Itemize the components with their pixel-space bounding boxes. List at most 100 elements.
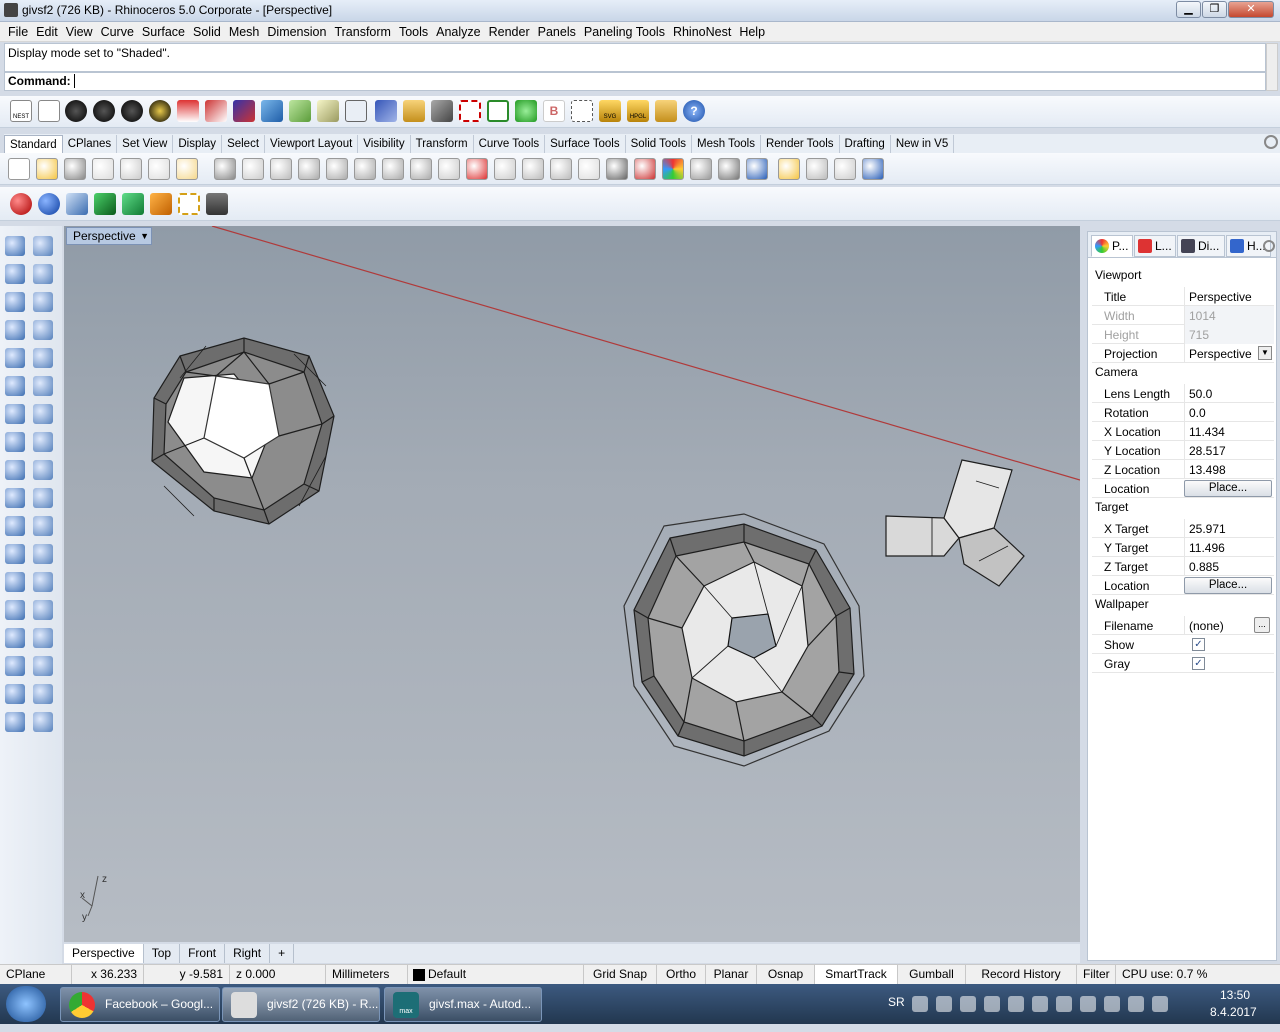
copy-icon[interactable] xyxy=(148,158,170,180)
green-shape-icon[interactable] xyxy=(122,193,144,215)
blue-sphere-icon[interactable] xyxy=(746,158,768,180)
fillet-edge-icon[interactable] xyxy=(33,544,53,564)
minimize-button[interactable]: ▁ xyxy=(1176,1,1201,18)
boolean-icon[interactable] xyxy=(33,460,53,480)
camera-value[interactable]: 50.0 xyxy=(1184,384,1274,403)
grid-tool-icon[interactable] xyxy=(487,100,509,122)
paint-bucket-icon[interactable] xyxy=(33,712,53,732)
count-1-icon[interactable] xyxy=(65,100,87,122)
viewport-tab-right[interactable]: Right xyxy=(225,944,271,963)
polyline-icon[interactable] xyxy=(5,264,25,284)
rectangle-icon[interactable] xyxy=(5,320,25,340)
mesh-box-icon[interactable] xyxy=(66,193,88,215)
target-value[interactable]: 0.885 xyxy=(1184,557,1274,576)
gear-options-icon[interactable] xyxy=(806,158,828,180)
tab-curve-tools[interactable]: Curve Tools xyxy=(474,135,546,153)
sphere-icon[interactable] xyxy=(33,404,53,424)
open-folder-icon[interactable] xyxy=(655,100,677,122)
circle-edit-icon[interactable] xyxy=(33,292,53,312)
place-button[interactable]: Place... xyxy=(1184,577,1272,594)
zoom-selected-icon[interactable] xyxy=(382,158,404,180)
camera-value[interactable]: 0.0 xyxy=(1184,403,1274,422)
scale-icon[interactable] xyxy=(33,572,53,592)
shape-tool-icon[interactable] xyxy=(289,100,311,122)
viewport-tab-perspective[interactable]: Perspective xyxy=(64,944,144,963)
shaded-sphere-icon[interactable] xyxy=(690,158,712,180)
red-material-icon[interactable] xyxy=(634,158,656,180)
tab-layers[interactable]: L... xyxy=(1134,235,1176,257)
tab-viewport-layout[interactable]: Viewport Layout xyxy=(265,135,359,153)
blue-material-icon[interactable] xyxy=(38,193,60,215)
nest-icon[interactable]: NEST xyxy=(10,100,32,122)
lock-icon[interactable] xyxy=(606,158,628,180)
green-render-icon[interactable] xyxy=(94,193,116,215)
point-icon[interactable] xyxy=(33,236,53,256)
count-4-icon[interactable] xyxy=(149,100,171,122)
target-value[interactable]: 25.971 xyxy=(1184,519,1274,538)
cylinder-icon[interactable] xyxy=(206,193,228,215)
tri-arm-connector-object[interactable] xyxy=(885,459,1025,587)
box-icon[interactable] xyxy=(5,404,25,424)
trim-icon[interactable] xyxy=(5,488,25,508)
snap-circle-icon[interactable] xyxy=(522,158,544,180)
checkbox-show[interactable]: ✓ xyxy=(1192,638,1205,651)
select-tool-icon[interactable] xyxy=(345,100,367,122)
paint-tool-icon[interactable] xyxy=(515,100,537,122)
dropbox-icon[interactable] xyxy=(1080,996,1096,1012)
red-tool-icon[interactable] xyxy=(177,100,199,122)
acrobat-icon[interactable] xyxy=(936,996,952,1012)
folder-tool-icon[interactable] xyxy=(403,100,425,122)
cylinder-icon[interactable] xyxy=(5,432,25,452)
menu-mesh[interactable]: Mesh xyxy=(225,25,264,39)
target-value[interactable]: 11.496 xyxy=(1184,538,1274,557)
analyze-curve-icon[interactable] xyxy=(5,684,25,704)
viewport-title-tab[interactable]: Perspective ▼ xyxy=(66,227,152,245)
arrow-tool-icon[interactable] xyxy=(205,100,227,122)
viewport-value[interactable]: 1014 xyxy=(1184,306,1274,325)
menu-help[interactable]: Help xyxy=(735,25,769,39)
cone-icon[interactable] xyxy=(150,193,172,215)
keyboard-icon[interactable] xyxy=(912,996,928,1012)
undo-icon[interactable] xyxy=(214,158,236,180)
new-file-icon[interactable] xyxy=(8,158,30,180)
status-gumball[interactable]: Gumball xyxy=(898,965,966,985)
nvidia-icon[interactable] xyxy=(1008,996,1024,1012)
tab-cplanes[interactable]: CPlanes xyxy=(63,135,118,153)
chevron-down-icon[interactable]: ▼ xyxy=(140,228,149,244)
units-label[interactable]: Millimeters xyxy=(326,965,408,985)
import-icon[interactable] xyxy=(92,158,114,180)
tab-set-view[interactable]: Set View xyxy=(117,135,174,153)
bold-b-icon[interactable]: B xyxy=(543,100,565,122)
viewport-tab-front[interactable]: Front xyxy=(180,944,226,963)
text-icon[interactable] xyxy=(5,572,25,592)
status-smarttrack[interactable]: SmartTrack xyxy=(815,965,898,985)
menu-edit[interactable]: Edit xyxy=(32,25,62,39)
red-material-icon[interactable] xyxy=(10,193,32,215)
ellipse-icon[interactable] xyxy=(5,348,25,368)
arc-icon[interactable] xyxy=(33,348,53,368)
four-viewports-icon[interactable] xyxy=(438,158,460,180)
menu-solid[interactable]: Solid xyxy=(189,25,225,39)
taskbar-chrome[interactable]: Facebook – Googl... xyxy=(60,987,220,1022)
tab-new-in-v5[interactable]: New in V5 xyxy=(891,135,955,153)
arrow-pointer-icon[interactable] xyxy=(778,158,800,180)
camera-value[interactable]: 11.434 xyxy=(1184,422,1274,441)
cplane-label[interactable]: CPlane xyxy=(0,965,72,985)
tab-transform[interactable]: Transform xyxy=(411,135,474,153)
split-icon[interactable] xyxy=(33,488,53,508)
check-icon[interactable] xyxy=(33,684,53,704)
perspective-viewport[interactable]: z x y xyxy=(64,226,1080,942)
network-green-icon[interactable] xyxy=(984,996,1000,1012)
maximize-button[interactable]: ❐ xyxy=(1202,1,1227,18)
menu-file[interactable]: File xyxy=(4,25,32,39)
menu-render[interactable]: Render xyxy=(485,25,534,39)
camera-value[interactable]: 28.517 xyxy=(1184,441,1274,460)
document-icon[interactable] xyxy=(38,100,60,122)
dimension-icon[interactable] xyxy=(33,628,53,648)
zoom-extents-icon[interactable] xyxy=(354,158,376,180)
render-sphere-icon[interactable] xyxy=(718,158,740,180)
circle-icon[interactable] xyxy=(5,292,25,312)
command-line[interactable]: Command: xyxy=(4,72,1266,91)
status-osnap[interactable]: Osnap xyxy=(757,965,815,985)
dodecahedron-object[interactable] xyxy=(151,337,335,525)
